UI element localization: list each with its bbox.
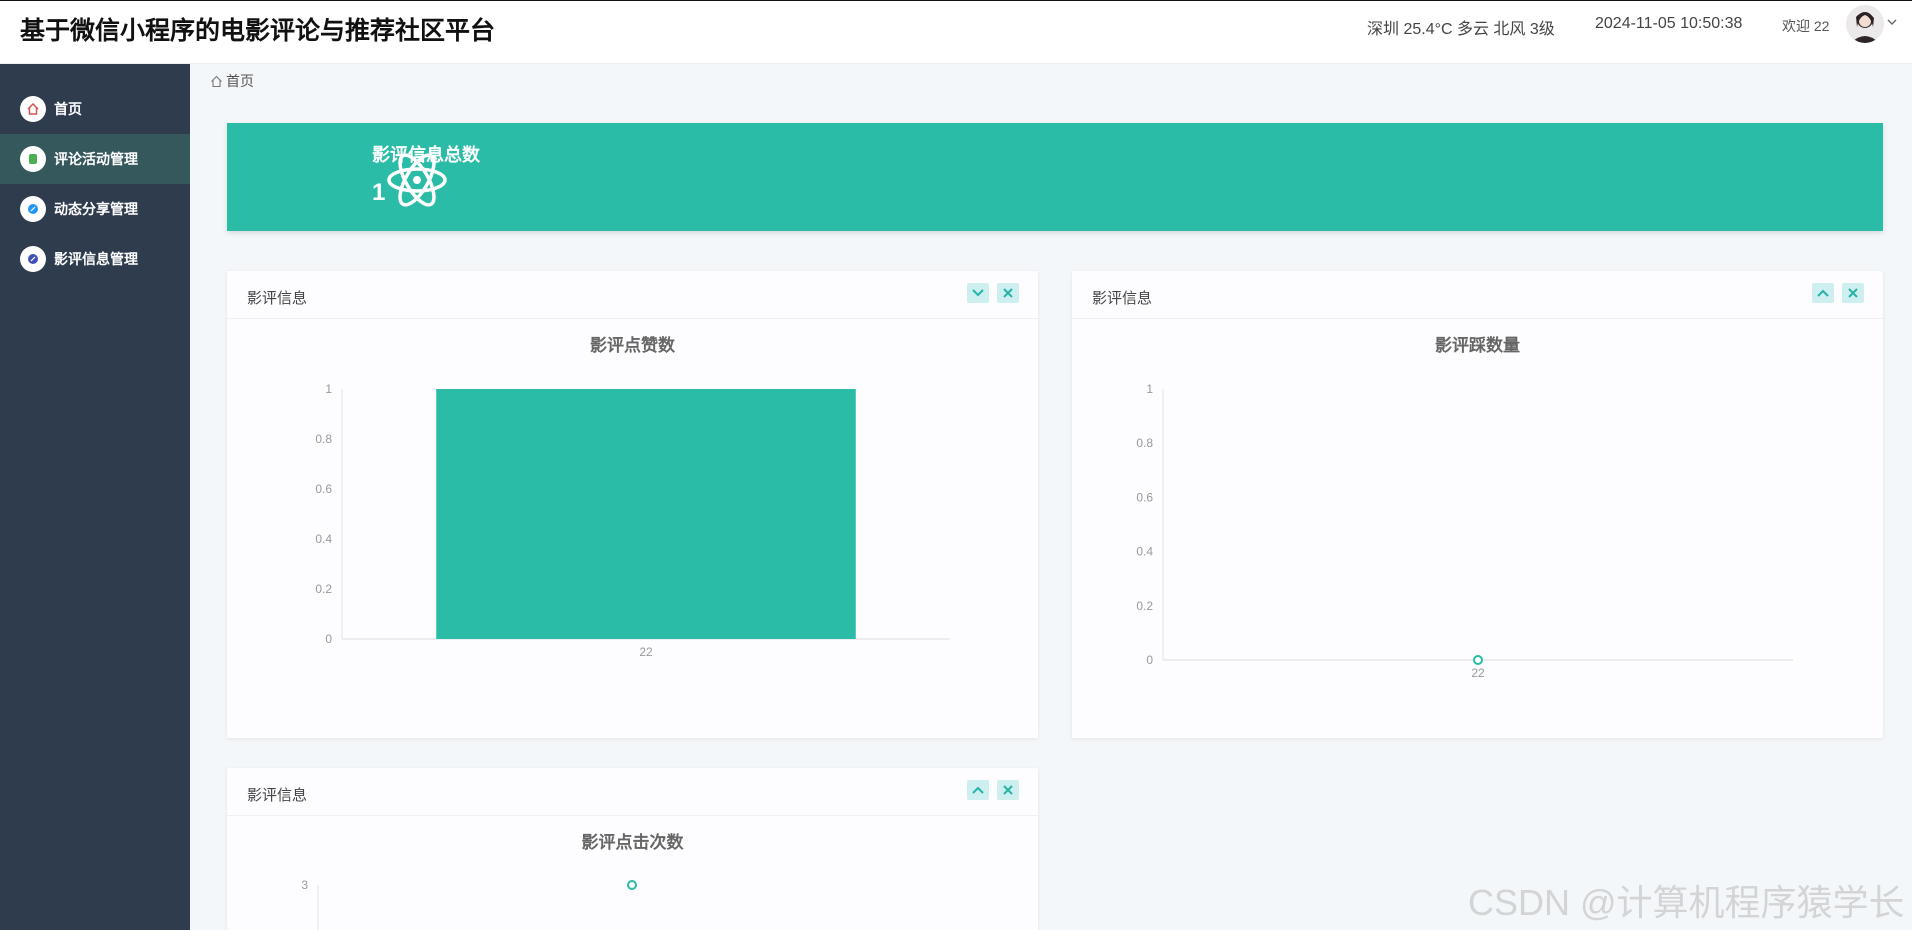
y-tick-label: 1 [325,382,332,396]
breadcrumb: 首页 [210,71,254,91]
home-icon [211,75,222,87]
y-tick-label: 0.6 [1136,490,1153,504]
y-tick-label: 0.8 [1136,436,1153,450]
current-datetime: 2024-11-05 10:50:38 [1595,15,1743,32]
sidebar-item-label: 影评信息管理 [54,251,138,267]
chart-card-dislikes: 影评信息 影评踩数量 0 0.2 0.4 0.6 0.8 1 22 [1072,271,1883,738]
y-tick-label: 0.2 [1136,599,1153,613]
y-tick-label: 0 [1146,653,1153,667]
bar-chart: 0 0.2 0.4 0.6 0.8 1 22 [315,382,950,659]
x-tick-label: 22 [1471,666,1485,680]
y-tick-label: 1 [1146,382,1153,396]
sidebar: 首页 评论活动管理 动态分享管理 影评信息管理 [0,64,190,930]
stat-banner: 影评信息总数 1 [227,123,1883,231]
bar [436,389,856,639]
sidebar-item-activity[interactable]: 评论活动管理 [0,134,190,184]
stat-value: 1 [372,179,386,206]
chevron-down-icon[interactable] [1886,16,1898,28]
x-tick-label: 22 [639,645,653,659]
home-icon [20,96,46,122]
activity-icon [20,146,46,172]
sidebar-item-home[interactable]: 首页 [0,84,190,134]
y-tick-label: 0.8 [315,432,332,446]
stat-title: 影评信息总数 [372,145,480,165]
chart-card-likes: 影评信息 影评点赞数 0 0.2 0.4 0.6 0.8 1 22 [227,271,1038,738]
line-chart: 0 0.2 0.4 0.6 0.8 1 22 [1136,382,1793,680]
weather-info: 深圳 25.4°C 多云 北风 3级 [1367,21,1555,38]
sidebar-item-label: 首页 [54,101,82,117]
watermark: CSDN @计算机程序猿学长 [1468,882,1905,923]
y-tick-label: 0.6 [315,482,332,496]
scatter-chart: 3 [301,878,637,930]
y-tick-label: 0.4 [1136,545,1153,559]
review-icon [20,246,46,272]
y-tick-label: 0.4 [315,532,332,546]
sidebar-item-label: 动态分享管理 [54,201,138,217]
chart-card-clicks: 影评信息 影评点击次数 3 [227,768,1038,930]
welcome-text: 欢迎 22 [1782,18,1830,34]
y-tick-label: 0.2 [315,582,332,596]
data-point [1473,655,1483,665]
data-point [627,880,637,890]
share-icon [20,196,46,222]
sidebar-item-reviews[interactable]: 影评信息管理 [0,234,190,284]
user-avatar[interactable] [1846,5,1884,43]
sidebar-item-label: 评论活动管理 [54,151,138,167]
top-header: 基于微信小程序的电影评论与推荐社区平台 深圳 25.4°C 多云 北风 3级 2… [0,0,1912,64]
y-tick-label: 3 [301,878,308,892]
breadcrumb-home[interactable]: 首页 [226,71,254,91]
y-tick-label: 0 [325,632,332,646]
sidebar-item-share[interactable]: 动态分享管理 [0,184,190,234]
app-title: 基于微信小程序的电影评论与推荐社区平台 [20,17,496,45]
